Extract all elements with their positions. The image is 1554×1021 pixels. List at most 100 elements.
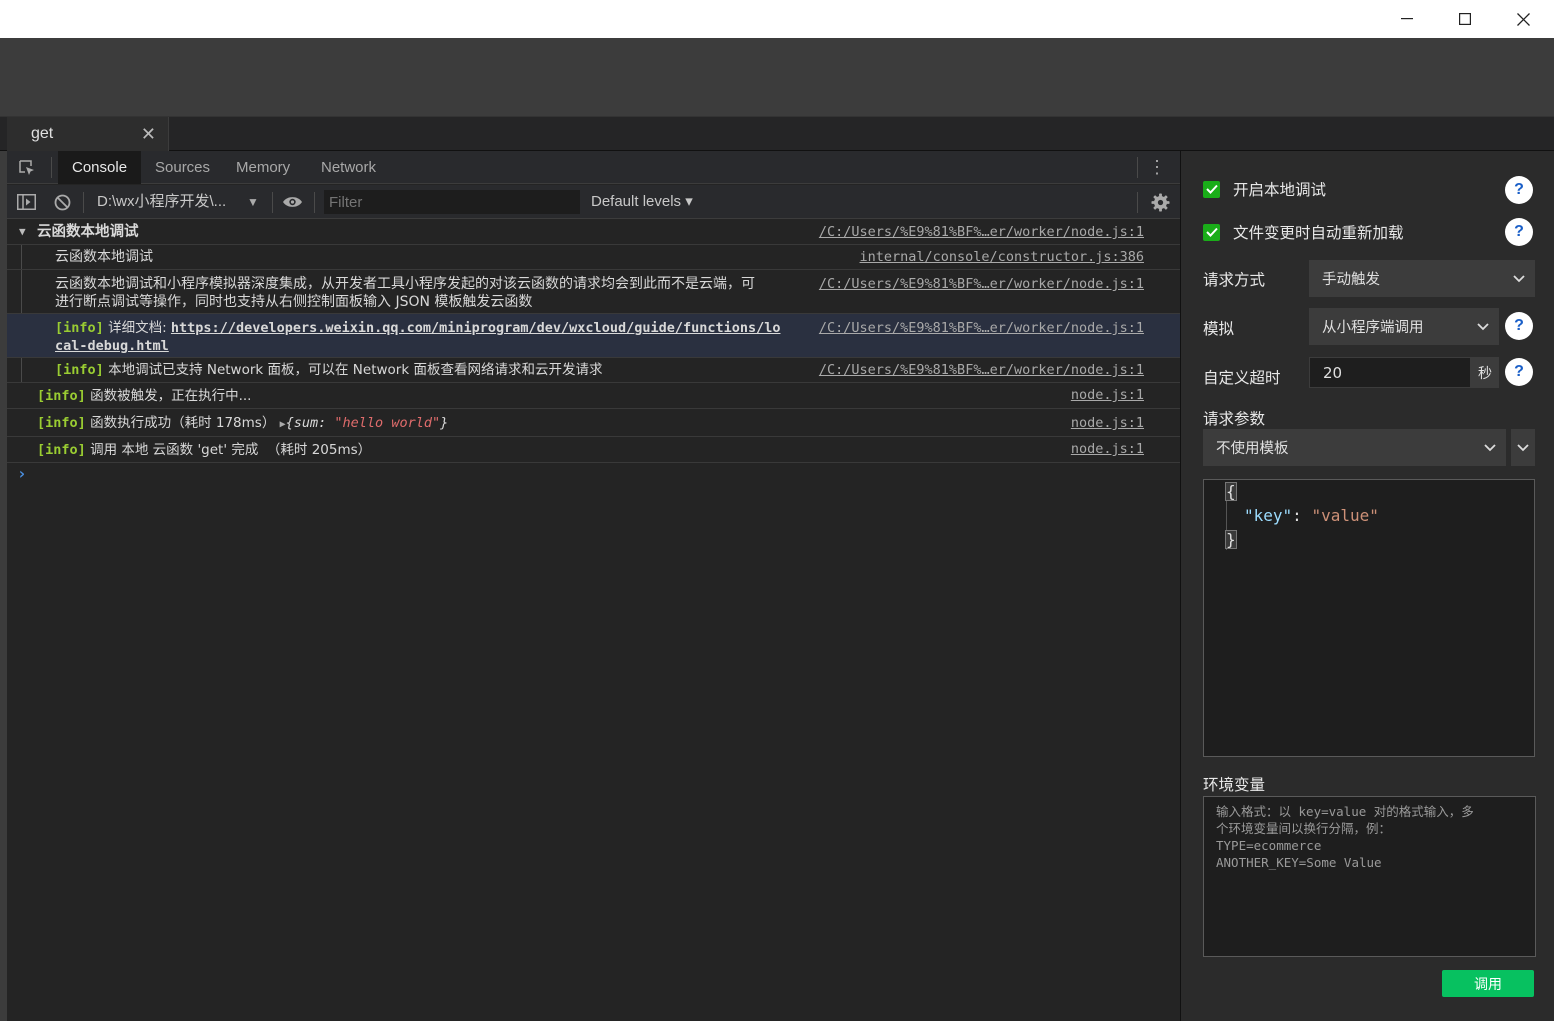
chevron-down-icon: [1513, 275, 1525, 283]
console-row: [info] 函数执行成功（耗时 178ms） ▶{sum: "hello wo…: [7, 409, 1180, 437]
request-method-select[interactable]: 手动触发: [1309, 260, 1535, 297]
inspect-element-icon[interactable]: [17, 158, 37, 178]
tab-memory[interactable]: Memory: [222, 151, 304, 184]
request-method-label: 请求方式: [1203, 271, 1266, 289]
auto-reload-row[interactable]: 文件变更时自动重新加载: [1203, 220, 1404, 244]
help-icon[interactable]: ?: [1505, 312, 1533, 340]
left-gutter: [0, 151, 7, 1021]
checkmark-icon: [1205, 184, 1218, 194]
file-tab-strip: get ✕: [0, 116, 1554, 151]
devtools-tab-bar: Console Sources Memory Network ⋮: [7, 151, 1180, 184]
file-tab-get[interactable]: get ✕: [7, 117, 169, 151]
source-link[interactable]: internal/console/constructor.js:386: [860, 249, 1144, 265]
close-icon: [1516, 12, 1530, 26]
group-title: 云函数本地调试: [37, 224, 139, 240]
chevron-down-icon: [1477, 323, 1489, 331]
brace-open: {: [1225, 482, 1237, 501]
request-params-label: 请求参数: [1203, 410, 1266, 428]
chevron-down-icon: [1517, 444, 1529, 452]
console-group-header[interactable]: ▼ 云函数本地调试 /C:/Users/%E9%81%BF%…er/worker…: [7, 220, 1180, 245]
env-vars-textarea[interactable]: 输入格式：以 key=value 对的格式输入，多 个环境变量间以换行分隔，例：…: [1203, 796, 1536, 957]
source-link[interactable]: /C:/Users/%E9%81%BF%…er/worker/node.js:1: [819, 224, 1144, 240]
doc-label: 详细文档:: [103, 320, 171, 336]
minimize-button[interactable]: [1378, 0, 1436, 38]
enable-local-debug-row[interactable]: 开启本地调试: [1203, 177, 1326, 201]
message-text: 函数执行成功（耗时 178ms）: [85, 415, 280, 431]
sidebar-toggle-icon[interactable]: [17, 194, 37, 210]
enable-local-debug-checkbox[interactable]: [1203, 180, 1220, 198]
chevron-down-icon: [1484, 444, 1496, 452]
console-message-line1: [info] 详细文档: https://developers.weixin.q…: [55, 319, 781, 337]
object-value: "hello world": [334, 415, 441, 431]
cloud-debug-panel: 开启本地调试 ? 文件变更时自动重新加载 ? 请求方式 手动触发 模拟 从小程序…: [1180, 151, 1554, 1021]
source-link[interactable]: /C:/Users/%E9%81%BF%…er/worker/node.js:1: [819, 320, 1144, 336]
info-tag: [info]: [37, 388, 86, 404]
source-link[interactable]: node.js:1: [1071, 387, 1144, 403]
help-icon[interactable]: ?: [1505, 176, 1533, 204]
brace-close: }: [1225, 530, 1237, 549]
tab-close-icon[interactable]: ✕: [141, 125, 156, 143]
close-window-button[interactable]: [1494, 0, 1552, 38]
checkmark-icon: [1205, 227, 1218, 237]
console-message-line2: cal-debug.html: [55, 337, 169, 355]
json-colon: :: [1292, 506, 1312, 525]
console-message: [info] 调用 本地 云函数 'get' 完成 （耗时 205ms）: [37, 441, 371, 459]
tab-sources[interactable]: Sources: [141, 151, 224, 184]
auto-reload-checkbox[interactable]: [1203, 223, 1220, 241]
help-icon[interactable]: ?: [1505, 358, 1533, 386]
divider: [1137, 157, 1138, 178]
source-link[interactable]: node.js:1: [1071, 441, 1144, 457]
clear-console-icon[interactable]: [54, 194, 71, 211]
context-selector[interactable]: D:\wx小程序开发\...: [97, 185, 226, 219]
more-options-icon[interactable]: ⋮: [1148, 158, 1166, 176]
top-panel: [0, 38, 1554, 116]
message-text: 调用 本地 云函数 'get' 完成 （耗时 205ms）: [85, 442, 372, 458]
message-text: 本地调试已支持 Network 面板，可以在 Network 面板查看网络请求和…: [103, 362, 603, 378]
json-editor[interactable]: { "key": "value" }: [1203, 479, 1535, 757]
filter-input[interactable]: [324, 190, 580, 214]
source-link[interactable]: /C:/Users/%E9%81%BF%…er/worker/node.js:1: [819, 276, 1144, 292]
env-vars-label: 环境变量: [1203, 776, 1266, 794]
console-row: 云函数本地调试和小程序模拟器深度集成，从开发者工具小程序发起的对该云函数的请求均…: [7, 270, 1180, 314]
window-titlebar: [0, 0, 1554, 38]
info-tag: [info]: [55, 362, 104, 378]
object-close: }: [440, 415, 449, 431]
console-prompt[interactable]: ›: [17, 464, 27, 483]
chevron-down-icon[interactable]: ▼: [247, 185, 259, 219]
simulate-select[interactable]: 从小程序端调用: [1309, 308, 1499, 345]
divider: [1137, 192, 1138, 213]
eye-icon[interactable]: [282, 195, 303, 209]
timeout-input[interactable]: 20: [1309, 357, 1471, 388]
log-levels-dropdown[interactable]: Default levels ▾: [591, 185, 693, 219]
console-row: 云函数本地调试 internal/console/constructor.js:…: [7, 245, 1180, 270]
divider: [83, 192, 84, 213]
json-value: "value": [1311, 506, 1379, 525]
message-text: 函数被触发，正在执行中...: [85, 388, 252, 404]
console-toolbar: D:\wx小程序开发\... ▼ Default levels ▾: [7, 185, 1180, 219]
request-method-value: 手动触发: [1322, 272, 1380, 288]
expand-triangle-icon[interactable]: ▼: [19, 223, 26, 241]
doc-link-cont[interactable]: cal-debug.html: [55, 338, 169, 354]
template-select[interactable]: 不使用模板: [1203, 429, 1506, 466]
source-link[interactable]: /C:/Users/%E9%81%BF%…er/worker/node.js:1: [819, 362, 1144, 378]
doc-link[interactable]: https://developers.weixin.qq.com/minipro…: [171, 320, 781, 336]
help-icon[interactable]: ?: [1505, 218, 1533, 246]
divider: [314, 192, 315, 213]
invoke-button[interactable]: 调用: [1442, 970, 1534, 997]
maximize-button[interactable]: [1436, 0, 1494, 38]
source-link[interactable]: node.js:1: [1071, 415, 1144, 431]
tab-network[interactable]: Network: [307, 151, 390, 184]
tab-console[interactable]: Console: [58, 151, 142, 184]
console-message: [info] 本地调试已支持 Network 面板，可以在 Network 面板…: [55, 361, 602, 379]
json-line: "key": "value": [1244, 506, 1379, 525]
divider: [272, 192, 273, 213]
template-value: 不使用模板: [1216, 441, 1289, 457]
template-options-button[interactable]: [1511, 429, 1535, 466]
simulate-value: 从小程序端调用: [1322, 320, 1424, 336]
console-row: [info] 函数被触发，正在执行中... node.js:1: [7, 383, 1180, 409]
enable-local-debug-label: 开启本地调试: [1233, 181, 1327, 199]
gear-icon[interactable]: [1151, 193, 1170, 212]
console-message: [info] 函数被触发，正在执行中...: [37, 387, 251, 405]
console-row: [info] 详细文档: https://developers.weixin.q…: [7, 314, 1180, 358]
json-key: "key": [1244, 506, 1293, 525]
